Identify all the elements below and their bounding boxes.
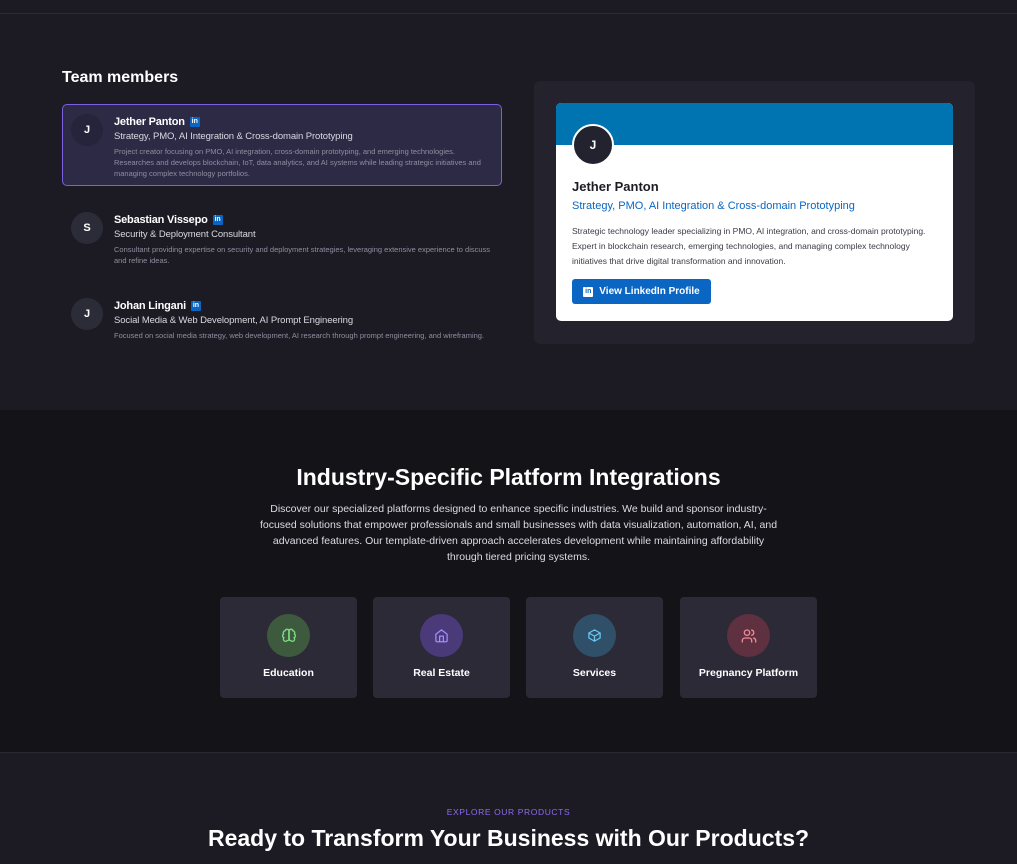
team-section: Team members J Jether Panton in Strategy… bbox=[0, 14, 1017, 410]
member-description: Focused on social media strategy, web de… bbox=[114, 331, 485, 340]
member-role: Security & Deployment Consultant bbox=[114, 229, 256, 240]
industry-description: Discover our specialized platforms desig… bbox=[259, 503, 778, 563]
member-description: Project creator focusing on PMO, AI inte… bbox=[114, 147, 481, 178]
member-role: Social Media & Web Development, AI Promp… bbox=[114, 315, 354, 326]
team-member-jether-panton[interactable]: J Jether Panton in Strategy, PMO, AI Int… bbox=[62, 104, 502, 186]
card-label: Education bbox=[263, 667, 314, 679]
industry-cards: Education Real Estate Services Pregnancy… bbox=[220, 597, 817, 698]
products-eyebrow: EXPLORE OUR PRODUCTS bbox=[446, 807, 571, 817]
linkedin-icon: in bbox=[583, 286, 594, 297]
button-label: View LinkedIn Profile bbox=[599, 286, 700, 297]
industry-section: Industry-Specific Platform Integrations … bbox=[0, 410, 1017, 752]
team-member-sebastian-vissepo[interactable]: S Sebastian Vissepo in Security & Deploy… bbox=[62, 202, 502, 272]
member-name: Sebastian Vissepo bbox=[114, 213, 208, 226]
profile-name: Jether Panton bbox=[572, 179, 659, 194]
avatar: J bbox=[71, 114, 103, 146]
avatar: J bbox=[71, 298, 103, 330]
card-label: Pregnancy Platform bbox=[698, 667, 799, 679]
users-icon bbox=[727, 614, 770, 657]
member-name: Jether Panton bbox=[114, 115, 185, 128]
member-description: Consultant providing expertise on securi… bbox=[114, 245, 491, 265]
member-name: Johan Lingani bbox=[114, 299, 186, 312]
home-icon bbox=[420, 614, 463, 657]
industry-card-real-estate[interactable]: Real Estate bbox=[373, 597, 510, 698]
team-heading: Team members bbox=[62, 69, 179, 86]
card-label: Services bbox=[572, 667, 617, 679]
view-linkedin-profile-button[interactable]: in View LinkedIn Profile bbox=[572, 279, 711, 304]
linkedin-icon[interactable]: in bbox=[190, 300, 201, 311]
industry-title: Industry-Specific Platform Integrations bbox=[296, 464, 721, 490]
products-title: Ready to Transform Your Business with Ou… bbox=[207, 825, 810, 851]
linkedin-icon[interactable]: in bbox=[189, 116, 200, 127]
linkedin-icon[interactable]: in bbox=[212, 214, 223, 225]
profile-card: J Jether Panton Strategy, PMO, AI Integr… bbox=[556, 103, 953, 321]
team-member-johan-lingani[interactable]: J Johan Lingani in Social Media & Web De… bbox=[62, 288, 502, 358]
member-role: Strategy, PMO, AI Integration & Cross-do… bbox=[114, 131, 353, 142]
profile-description: Strategic technology leader specializing… bbox=[572, 226, 926, 266]
profile-role: Strategy, PMO, AI Integration & Cross-do… bbox=[572, 200, 855, 212]
brain-icon bbox=[267, 614, 310, 657]
industry-card-pregnancy-platform[interactable]: Pregnancy Platform bbox=[680, 597, 817, 698]
card-label: Real Estate bbox=[413, 667, 470, 679]
industry-card-services[interactable]: Services bbox=[526, 597, 663, 698]
avatar: S bbox=[71, 212, 103, 244]
profile-avatar: J bbox=[572, 124, 614, 166]
profile-banner bbox=[556, 103, 953, 145]
industry-card-education[interactable]: Education bbox=[220, 597, 357, 698]
box-icon bbox=[573, 614, 616, 657]
products-section: EXPLORE OUR PRODUCTS Ready to Transform … bbox=[0, 753, 1017, 864]
profile-panel: J Jether Panton Strategy, PMO, AI Integr… bbox=[534, 81, 975, 344]
